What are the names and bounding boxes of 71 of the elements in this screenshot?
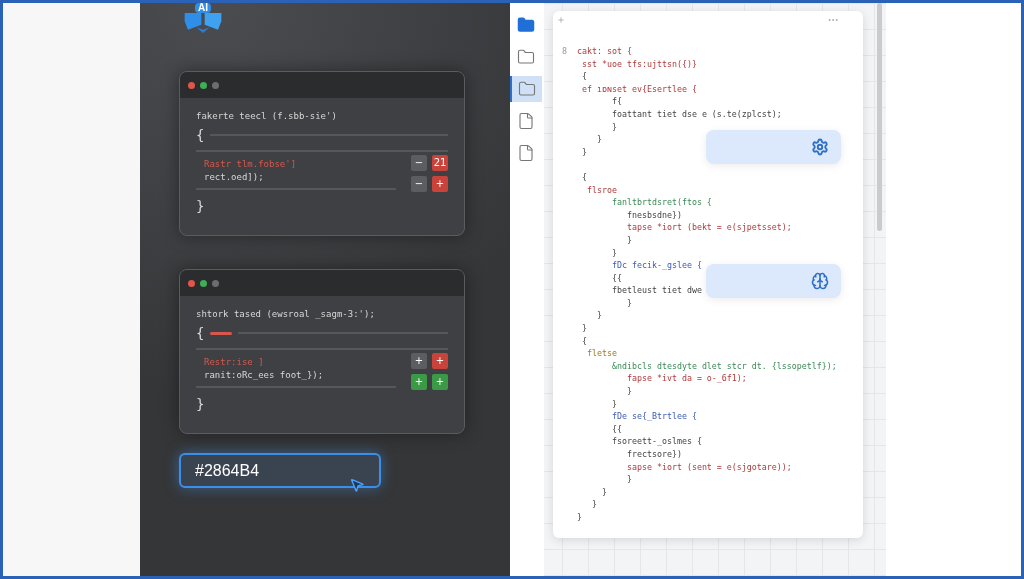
assistant-chip[interactable] (706, 130, 841, 164)
code-line: {{ (610, 422, 622, 436)
code-line: sst *uoe tfs:ujttsn({)} (581, 57, 697, 71)
diff-button[interactable]: + (411, 353, 427, 369)
diff-button[interactable]: + (432, 353, 448, 369)
code-line: {{ (610, 271, 622, 285)
code-line: { (581, 70, 587, 83)
code-line: rect.oed]); (204, 171, 264, 184)
code-line: &ndibcls dtesdyte dlet stcr dt. {lssopetlf}); (610, 359, 837, 373)
code-line: flsroe (586, 183, 617, 197)
code-line: f{ (610, 95, 622, 108)
code-line: } (196, 395, 205, 414)
code-line: fletse (586, 347, 617, 360)
code-line: { (581, 334, 587, 348)
code-line: tapse *iort (bekt = e(sjpetsset); (625, 221, 792, 234)
brain-icon (811, 272, 829, 290)
code-line: fbetleust tiet dwe (610, 284, 702, 297)
code-line: ef ıɒɴset ev{Esertlee { (581, 82, 697, 96)
code-line: } (610, 397, 617, 411)
code-line: } (577, 510, 582, 524)
code-line: { (196, 323, 205, 343)
code-line: ranit:oRc_ees foot_}); (204, 369, 324, 382)
code-line: fDc fecik-_gslee { (610, 259, 702, 272)
folder-icon (517, 16, 535, 34)
folder-icon (517, 48, 535, 66)
code-line: shtork tased (ewsroal _sagm-3:'); (196, 308, 375, 321)
code-line: fakerte teecl (f.sbb-sie') (196, 110, 337, 123)
code-line: } (610, 120, 617, 134)
color-field[interactable]: #2864B4 (179, 453, 381, 488)
code-line: frectsore}) (625, 448, 682, 461)
code-line: { (581, 170, 587, 184)
code-line: } (625, 385, 632, 398)
folder-icon (518, 80, 536, 98)
file-icon (517, 112, 535, 130)
diff-button[interactable]: + (432, 374, 448, 390)
code-line: } (581, 145, 587, 159)
diff-button[interactable]: 21 (432, 155, 448, 171)
logo-text: AI (195, 3, 211, 13)
code-line: } (581, 322, 587, 335)
diff-button[interactable]: + (432, 176, 448, 192)
settings-icon (811, 138, 829, 156)
code-line: } (625, 296, 632, 310)
code-line: } (196, 197, 205, 216)
diff-button[interactable]: − (411, 176, 427, 192)
code-line: } (610, 246, 617, 260)
code-line: cakt: sot { (577, 45, 632, 58)
sidebar-item[interactable] (510, 76, 542, 102)
code-line: { (196, 125, 205, 145)
diff-button[interactable]: − (411, 155, 427, 171)
code-line: sapse *iort (sent = e(sjgotare)); (625, 460, 792, 474)
code-line: } (625, 233, 632, 247)
line-number: 8 (561, 45, 568, 58)
code-line: fanltbrtdsret(ftos { (610, 196, 712, 209)
scrollbar[interactable] (877, 3, 882, 231)
code-line: } (591, 498, 597, 511)
code-line: foattant tiet dse e (s.te(zplcst); (610, 107, 782, 121)
code-line: Rastr tlm.fobse'] (204, 158, 297, 171)
cursor-icon (349, 477, 365, 493)
code-line: fDe se{_Btrtlee { (610, 410, 697, 423)
assistant-chip[interactable] (706, 264, 841, 298)
code-line: Restr:ise ] (204, 356, 264, 369)
code-line: } (600, 485, 607, 499)
code-line: } (595, 133, 602, 146)
code-line: fnesbsdne}) (625, 208, 682, 222)
code-line: } (595, 309, 602, 323)
code-line: fapse *ivt da = o-_6f1); (625, 372, 747, 386)
diff-button[interactable]: + (411, 374, 427, 390)
cube-icon (183, 13, 223, 33)
file-icon (517, 144, 535, 162)
code-line: } (625, 473, 632, 486)
code-line: fsoreett-_oslmes { (610, 435, 702, 448)
